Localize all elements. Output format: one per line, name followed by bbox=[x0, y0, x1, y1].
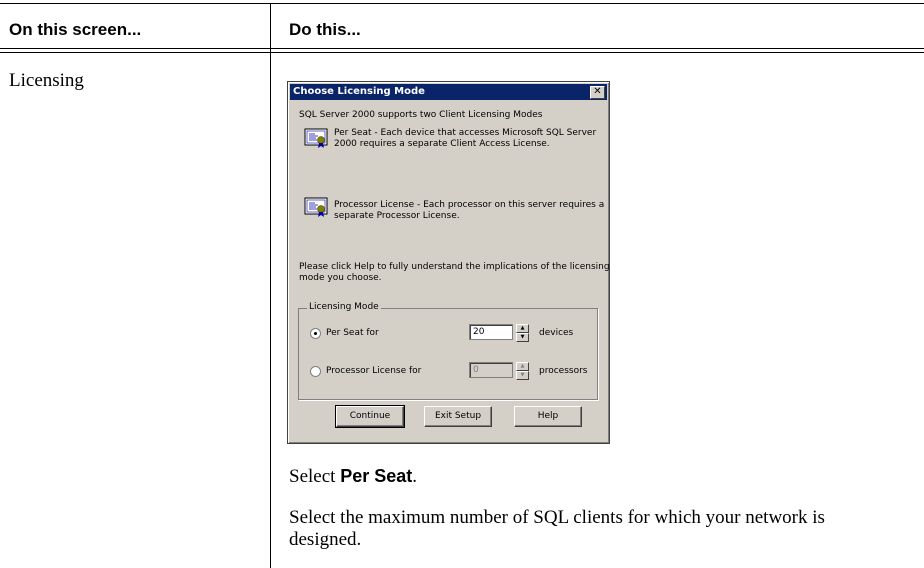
spin-down-icon: ▼ bbox=[516, 371, 529, 380]
dialog-intro: SQL Server 2000 supports two Client Lice… bbox=[299, 110, 543, 120]
table-top-rule bbox=[0, 3, 924, 4]
continue-button[interactable]: Continue bbox=[335, 405, 405, 428]
per-seat-spinner[interactable]: ▲ ▼ bbox=[516, 324, 529, 342]
instruction-max-clients: Select the maximum number of SQL clients… bbox=[289, 507, 825, 550]
processor-desc-line1: Processor License - Each processor on th… bbox=[334, 200, 605, 210]
certificate-icon bbox=[304, 197, 328, 217]
licensing-dialog: Choose Licensing Mode ✕ SQL Server 2000 … bbox=[287, 81, 610, 444]
processor-label[interactable]: Processor License for bbox=[326, 366, 421, 376]
per-seat-desc-line1: Per Seat - Each device that accesses Mic… bbox=[334, 128, 597, 138]
spin-up-icon: ▲ bbox=[516, 362, 529, 371]
processor-unit: processors bbox=[539, 366, 588, 376]
per-seat-count-input[interactable]: 20 bbox=[469, 324, 513, 340]
processor-count-input: 0 bbox=[469, 362, 513, 378]
licensing-mode-legend: Licensing Mode bbox=[307, 302, 381, 312]
per-seat-label[interactable]: Per Seat for bbox=[326, 328, 379, 338]
spin-down-icon[interactable]: ▼ bbox=[516, 333, 529, 342]
processor-radio[interactable] bbox=[310, 366, 321, 377]
column-header-action: Do this... bbox=[289, 20, 361, 39]
header-rule-2 bbox=[0, 52, 924, 53]
processor-desc-line2: separate Processor License. bbox=[334, 211, 460, 221]
column-header-screen: On this screen... bbox=[9, 20, 142, 39]
per-seat-desc-line2: 2000 requires a separate Client Access L… bbox=[334, 139, 550, 149]
processor-spinner: ▲ ▼ bbox=[516, 362, 529, 380]
instruction-select-per-seat: Select Per Seat. bbox=[289, 465, 889, 488]
spin-up-icon[interactable]: ▲ bbox=[516, 324, 529, 333]
instruction-bold-term: Per Seat bbox=[340, 466, 413, 486]
help-button[interactable]: Help bbox=[514, 406, 582, 427]
dialog-title: Choose Licensing Mode bbox=[293, 86, 425, 97]
certificate-icon bbox=[304, 128, 328, 148]
help-note-line1: Please click Help to fully understand th… bbox=[299, 262, 610, 272]
row-label-licensing: Licensing bbox=[9, 70, 84, 91]
dialog-titlebar: Choose Licensing Mode ✕ bbox=[290, 84, 607, 100]
per-seat-unit: devices bbox=[539, 328, 574, 338]
instruction-prefix: Select bbox=[289, 466, 341, 487]
instruction-suffix: . bbox=[412, 466, 417, 487]
per-seat-radio[interactable] bbox=[310, 328, 321, 339]
close-icon[interactable]: ✕ bbox=[590, 86, 605, 99]
licensing-mode-group: Licensing Mode Per Seat for 20 ▲ ▼ devic… bbox=[298, 302, 598, 400]
exit-setup-button[interactable]: Exit Setup bbox=[424, 406, 492, 427]
header-rule-1 bbox=[0, 48, 924, 49]
column-divider bbox=[270, 3, 271, 568]
radio-selected-dot bbox=[314, 332, 317, 335]
help-note-line2: mode you choose. bbox=[299, 273, 382, 283]
